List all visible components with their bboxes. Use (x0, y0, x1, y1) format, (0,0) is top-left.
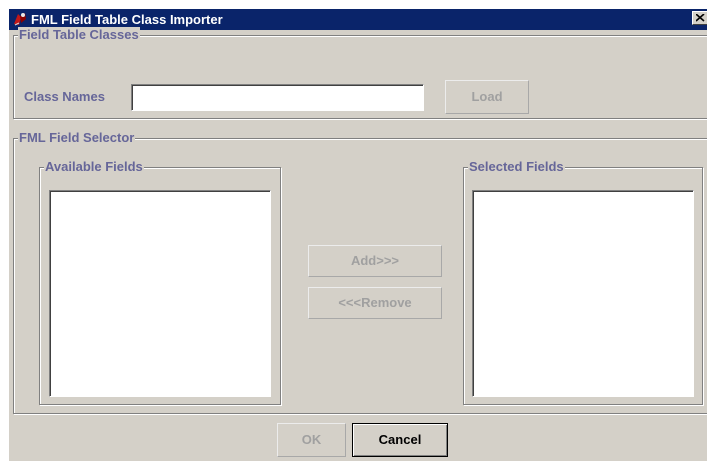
close-icon (696, 14, 705, 22)
importer-dialog: FML Field Table Class Importer Field Tab… (8, 8, 707, 461)
app-icon (12, 11, 28, 27)
fml-field-selector-title: FML Field Selector (18, 130, 136, 146)
window-title: FML Field Table Class Importer (31, 12, 223, 27)
selected-fields-title: Selected Fields (468, 159, 565, 175)
close-button[interactable] (692, 11, 707, 25)
ok-button-label: OK (301, 432, 322, 447)
cancel-button-label: Cancel (378, 432, 422, 447)
load-button-label: Load (471, 89, 503, 104)
load-button[interactable]: Load (445, 80, 529, 114)
cancel-button[interactable]: Cancel (352, 423, 448, 457)
available-fields-list[interactable] (49, 190, 271, 397)
field-table-classes-title: Field Table Classes (18, 27, 140, 43)
ok-button[interactable]: OK (277, 423, 346, 457)
add-button[interactable]: Add>>> (308, 245, 442, 277)
dialog-content: Field Table Classes Class Names Load FML… (9, 27, 707, 461)
selected-fields-list[interactable] (472, 190, 694, 397)
available-fields-title: Available Fields (44, 159, 144, 175)
remove-button-label: <<<Remove (338, 295, 412, 310)
remove-button[interactable]: <<<Remove (308, 287, 442, 319)
class-names-input[interactable] (131, 84, 424, 111)
add-button-label: Add>>> (350, 253, 400, 268)
class-names-label: Class Names (24, 89, 105, 104)
